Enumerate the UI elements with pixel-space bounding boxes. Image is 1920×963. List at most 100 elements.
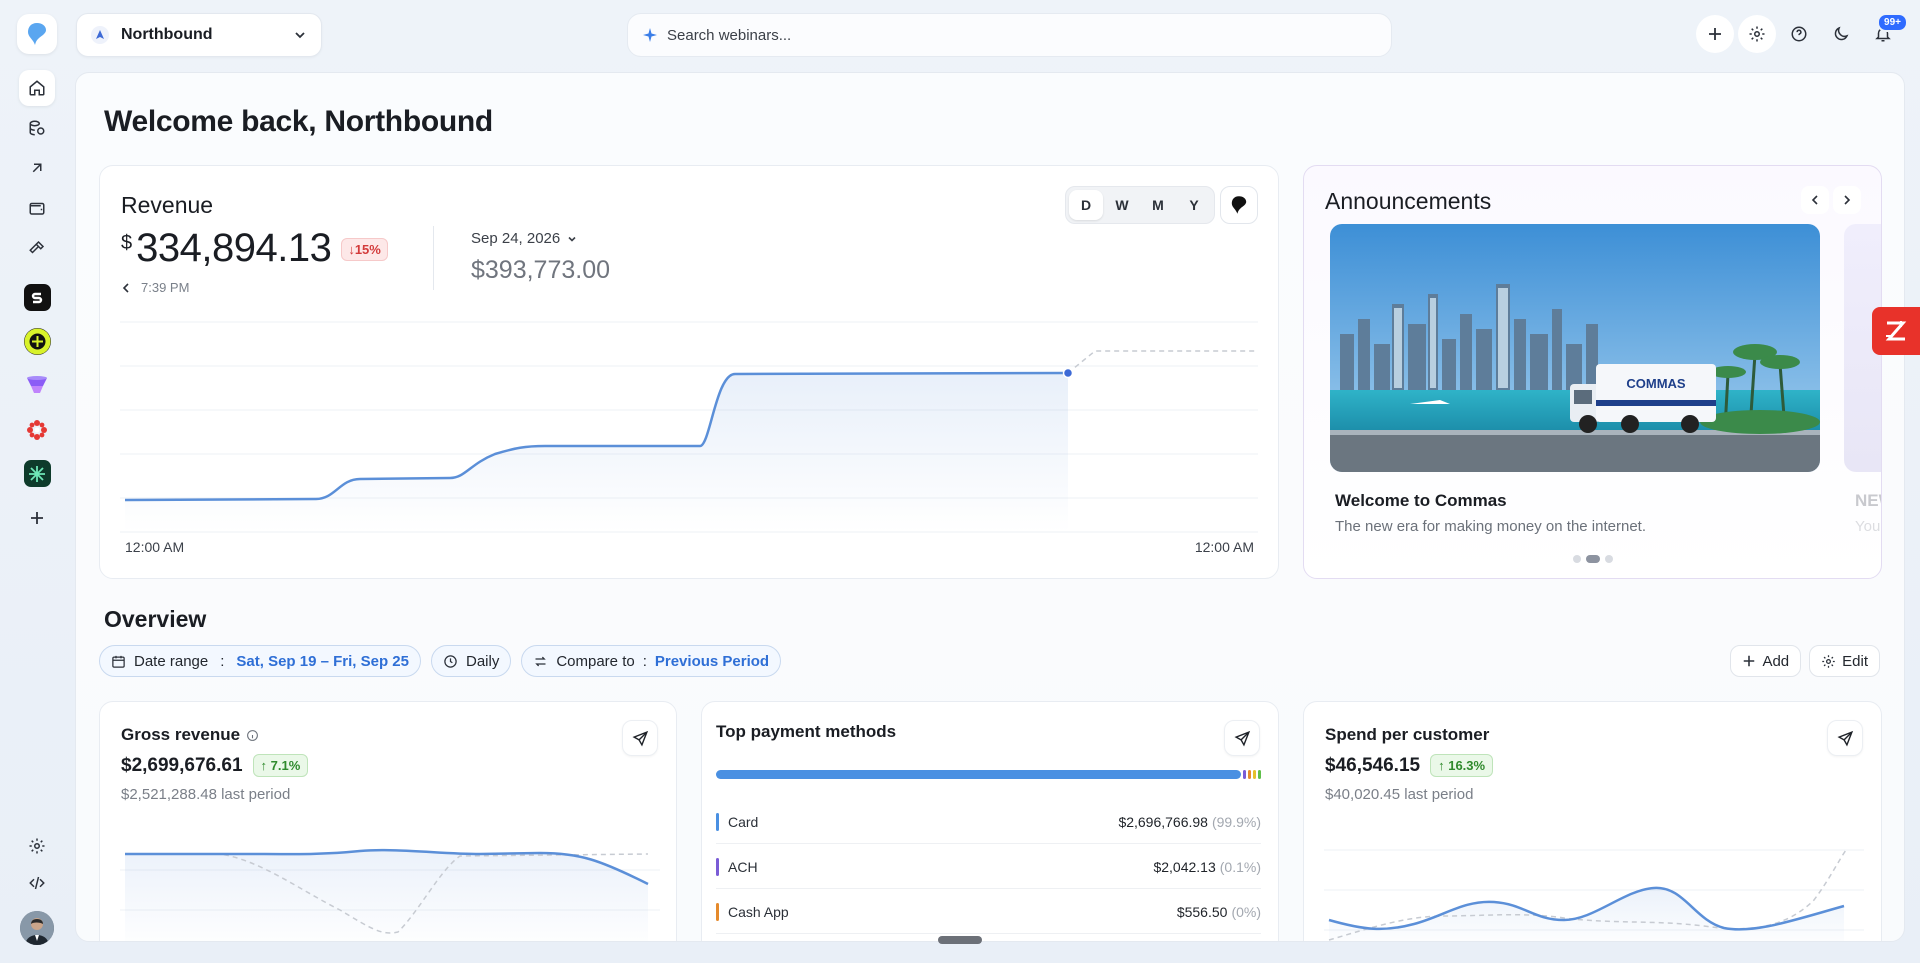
payment-pct: (0.1%) [1219, 858, 1261, 875]
sparkle-icon [643, 28, 657, 42]
payment-row[interactable]: ACH $2,042.13 (0.1%) [716, 845, 1261, 889]
announcement-desc-next: You [1855, 518, 1881, 535]
avatar[interactable] [20, 911, 54, 945]
rail-apps [23, 284, 51, 531]
workspace-name: Northbound [121, 26, 213, 43]
share-button[interactable] [1224, 720, 1260, 756]
help-circle-icon [1791, 26, 1807, 42]
payment-value: $2,042.13 [1153, 858, 1216, 875]
compare-value: Previous Period [654, 652, 770, 670]
spend-title: Spend per customer [1325, 725, 1490, 744]
home-icon[interactable] [19, 70, 55, 106]
theme-toggle[interactable] [1822, 15, 1860, 53]
scroll-handle[interactable] [938, 936, 982, 944]
compare-date-select[interactable]: Sep 24, 2026 [471, 230, 578, 247]
period-y[interactable]: Y [1177, 190, 1211, 220]
zapier-icon [1885, 321, 1907, 341]
carousel-prev-button[interactable] [1801, 186, 1829, 214]
payment-name: Cash App [728, 903, 789, 920]
add-app-icon[interactable] [24, 504, 51, 531]
payment-row[interactable]: Cash App $556.50 (0%) [716, 890, 1261, 934]
share-segment-other-1 [1253, 770, 1256, 779]
carousel-dot[interactable] [1572, 555, 1581, 563]
period-d[interactable]: D [1069, 190, 1103, 220]
payment-methods-title: Top payment methods [716, 722, 897, 741]
spend-change-badge: ↑ 16.3% [1430, 754, 1494, 777]
revenue-title: Revenue [121, 192, 214, 218]
arrow-up-right-icon[interactable] [19, 150, 55, 186]
compare-filter[interactable]: Compare to : Previous Period [521, 645, 782, 677]
carousel-dot[interactable] [1604, 555, 1613, 563]
code-icon[interactable] [28, 874, 46, 897]
drop-icon [1231, 196, 1247, 214]
payment-pct: (0%) [1231, 903, 1261, 920]
edit-button[interactable]: Edit [1809, 645, 1880, 677]
forecast-line [1067, 350, 1255, 374]
date-range-filter[interactable]: Date range : Sat, Sep 19 – Fri, Sep 25 [99, 645, 421, 677]
share-segment-other-2 [1258, 770, 1261, 779]
send-icon [1233, 730, 1250, 747]
carousel-dot-active[interactable] [1585, 555, 1600, 563]
revenue-chart [120, 321, 1258, 533]
current-point[interactable] [1062, 367, 1074, 379]
compare-date-label: Sep 24, 2026 [471, 230, 561, 247]
app-s-icon[interactable] [23, 284, 51, 311]
settings-button[interactable] [1738, 15, 1776, 53]
announcement-image[interactable]: COMMAS [1330, 224, 1820, 472]
gear-icon [1749, 26, 1765, 42]
gross-revenue-title: Gross revenue [121, 725, 259, 745]
rail-nav [19, 70, 55, 266]
help-button[interactable] [1780, 15, 1818, 53]
share-button[interactable] [1827, 720, 1863, 756]
clock-icon [444, 654, 457, 668]
calendar-icon [112, 655, 125, 668]
plus-icon [1744, 655, 1755, 667]
interval-filter[interactable]: Daily [430, 645, 512, 677]
spend-change-value: 16.3% [1448, 758, 1486, 773]
wallet-icon[interactable] [19, 190, 55, 226]
revenue-time: 7:39 PM [121, 280, 189, 295]
app-spark-icon[interactable] [23, 460, 51, 487]
spend-value: $46,546.15 [1325, 754, 1421, 776]
gross-revenue-title-text: Gross revenue [121, 725, 241, 744]
chevron-left-icon[interactable] [121, 282, 131, 293]
info-icon[interactable] [246, 729, 259, 742]
truck-label: COMMAS [1626, 376, 1686, 391]
left-rail [0, 0, 74, 963]
hammer-icon[interactable] [19, 230, 55, 266]
pin-button[interactable] [1220, 186, 1258, 224]
interval-value: Daily [465, 652, 500, 670]
payment-methods-card: Top payment methods Card $2,696,766.98 (… [701, 701, 1279, 941]
app-logo[interactable] [17, 14, 57, 54]
notifications-button[interactable]: 99+ [1864, 13, 1908, 53]
page-title: Welcome back, Northbound [104, 105, 493, 138]
announcement-desc: The new era for making money on the inte… [1335, 518, 1647, 535]
gross-last-period: $2,521,288.48 last period [121, 786, 291, 803]
coins-icon[interactable] [19, 110, 55, 146]
search-bar[interactable] [627, 13, 1392, 57]
app-funnel-icon[interactable] [24, 372, 51, 399]
swap-icon [535, 656, 547, 666]
create-button[interactable] [1696, 15, 1734, 53]
gear-icon [1822, 654, 1835, 668]
carousel-next-button[interactable] [1833, 186, 1861, 214]
payment-name: Card [728, 813, 759, 830]
chevron-down-icon [568, 236, 576, 242]
side-widget-tab[interactable] [1872, 307, 1920, 355]
gross-revenue-chart [120, 848, 660, 941]
search-input[interactable] [667, 26, 1377, 44]
period-w[interactable]: W [1105, 190, 1139, 220]
workspace-switcher[interactable]: Northbound [76, 13, 322, 57]
revenue-time-label: 7:39 PM [141, 280, 190, 295]
app-yellow-icon[interactable] [23, 328, 51, 355]
user-avatar-icon [20, 911, 54, 945]
arrow-up-icon: ↑ [260, 758, 271, 773]
period-m[interactable]: M [1141, 190, 1175, 220]
add-button[interactable]: Add [1730, 645, 1802, 677]
revenue-area [125, 373, 1068, 532]
app-flower-icon[interactable] [24, 416, 51, 443]
payment-row[interactable]: Card $2,696,766.98 (99.9%) [716, 800, 1261, 844]
settings-icon[interactable] [28, 837, 46, 860]
share-button[interactable] [622, 720, 658, 756]
gross-revenue-card: Gross revenue $2,699,676.61 ↑ 7.1% $2,52… [99, 701, 677, 941]
